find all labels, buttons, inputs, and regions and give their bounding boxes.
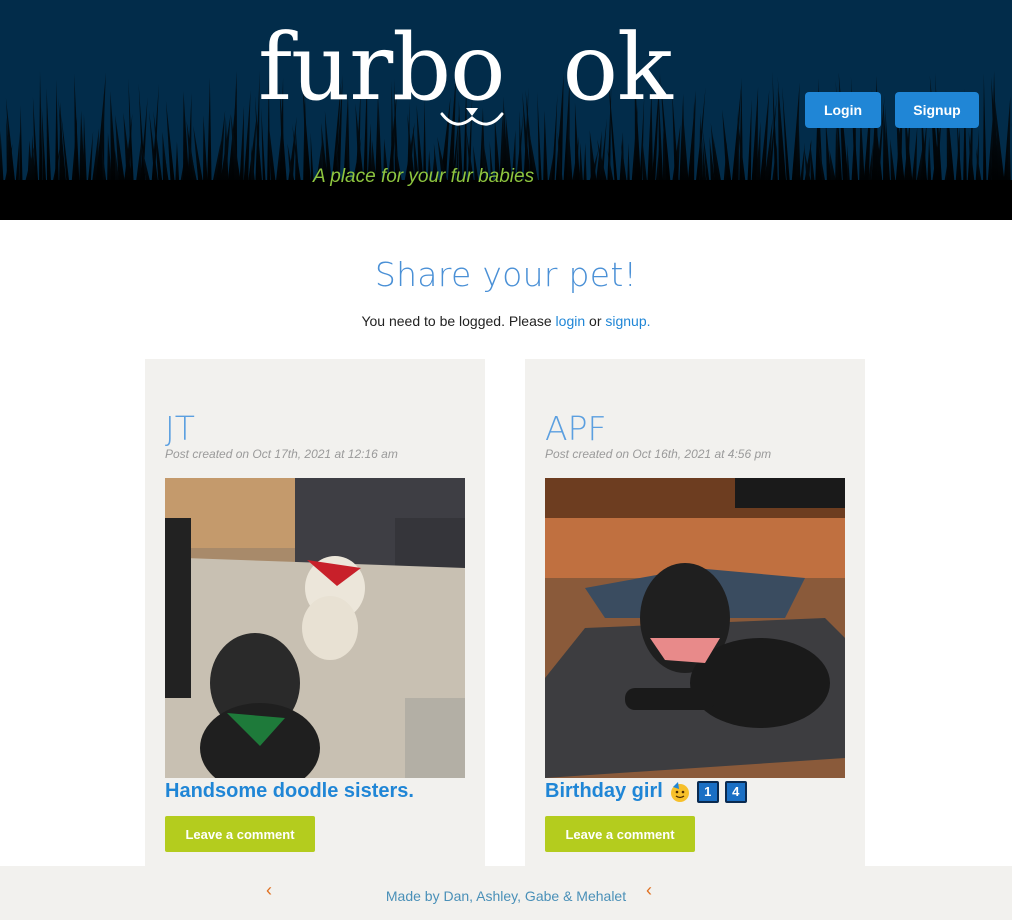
site-header: furbo ok A place for your fur babies Logi…	[0, 0, 1012, 220]
grass-blade	[687, 89, 697, 190]
post-timestamp: Post created on Oct 16th, 2021 at 4:56 p…	[545, 447, 772, 461]
post-caption[interactable]: Birthday girl 1 4	[545, 780, 747, 803]
grass-blade	[19, 105, 23, 190]
post-author: JT	[165, 409, 195, 448]
party-face-emoji-icon	[670, 781, 689, 802]
digit-four-emoji-badge: 4	[724, 780, 747, 803]
footer-credit: Made by Dan, Ashley, Gabe & Mehalet	[385, 888, 627, 904]
grass-blade	[722, 109, 733, 190]
grass-blade	[55, 79, 59, 190]
grass-blade	[83, 113, 88, 190]
post-author: APF	[545, 409, 607, 448]
grass-blade	[747, 99, 752, 190]
login-link[interactable]: login	[556, 313, 586, 329]
grass-blade	[543, 110, 549, 190]
grass-blade	[74, 73, 80, 190]
page-title: Share your pet!	[374, 255, 638, 294]
signup-button[interactable]: Signup	[895, 92, 979, 128]
grass-blade	[983, 73, 987, 190]
site-logo[interactable]: furbo ok	[258, 22, 673, 126]
grass-blade	[46, 88, 52, 190]
signup-link[interactable]: signup.	[605, 313, 650, 329]
post-photo[interactable]	[545, 478, 845, 778]
note-or: or	[585, 313, 606, 329]
note-prefix: You need to be logged. Please	[361, 313, 556, 329]
post-card: JT Post created on Oct 17th, 2021 at 12:…	[145, 359, 485, 879]
post-timestamp: Post created on Oct 17th, 2021 at 12:16 …	[165, 447, 398, 461]
dogs-photo-image	[165, 478, 465, 778]
post-card: APF Post created on Oct 16th, 2021 at 4:…	[525, 359, 865, 879]
dog-photo-image	[545, 478, 845, 778]
login-button[interactable]: Login	[805, 92, 881, 128]
grass-blade	[207, 77, 212, 190]
grass-blade	[567, 116, 574, 190]
site-tagline: A place for your fur babies	[313, 166, 535, 187]
post-caption[interactable]: Handsome doodle sisters.	[165, 780, 414, 803]
digit-one-emoji-badge: 1	[696, 780, 719, 803]
login-required-note: You need to be logged. Please login or s…	[0, 313, 1012, 329]
grass-blade	[239, 105, 245, 190]
post-photo[interactable]	[165, 478, 465, 778]
cat-nose-icon	[440, 108, 504, 126]
leave-comment-button[interactable]: Leave a comment	[165, 816, 315, 852]
leave-comment-button[interactable]: Leave a comment	[545, 816, 695, 852]
site-footer: ‹ ‹ Made by Dan, Ashley, Gabe & Mehalet	[0, 866, 1012, 920]
